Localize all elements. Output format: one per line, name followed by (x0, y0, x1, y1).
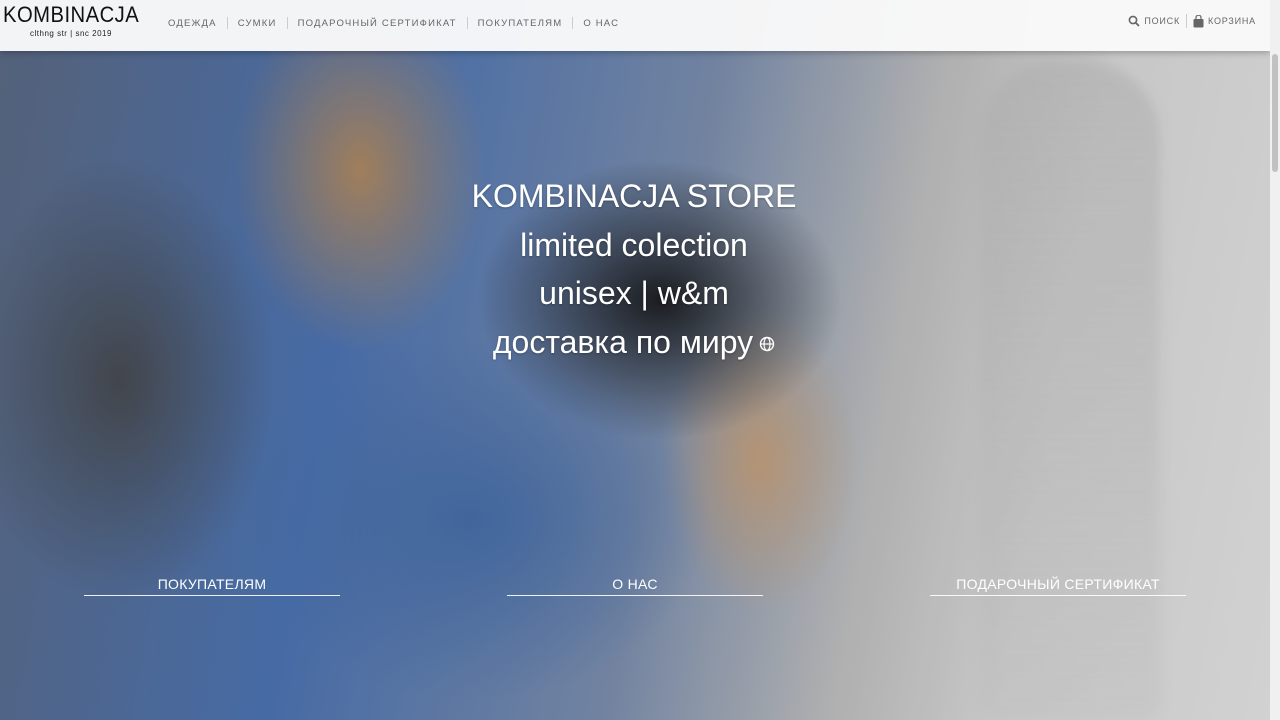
nav-item-about[interactable]: О НАС (573, 18, 629, 29)
hero-tagline-shipping: доставка по миру (0, 318, 1268, 367)
page: KOMBINACJA clthng str | snc 2019 ОДЕЖДА … (0, 0, 1280, 720)
cart-label: КОРЗИНА (1208, 16, 1256, 26)
hero-tagline-collection: limited colection (520, 226, 748, 263)
globe-icon (759, 336, 775, 352)
nav-item-gift-certificate[interactable]: ПОДАРОЧНЫЙ СЕРТИФИКАТ (288, 18, 467, 29)
header-tools: ПОИСК КОРЗИНА (1122, 14, 1262, 28)
link-gift-certificate[interactable]: ПОДАРОЧНЫЙ СЕРТИФИКАТ (930, 576, 1186, 596)
search-label: ПОИСК (1144, 16, 1181, 26)
shopping-bag-icon (1193, 14, 1204, 27)
search-icon (1128, 15, 1140, 27)
link-customers[interactable]: ПОКУПАТЕЛЯМ (84, 576, 340, 596)
logo-title: KOMBINACJA (3, 2, 140, 27)
logo-subtitle: clthng str | snc 2019 (30, 29, 112, 38)
search-button[interactable]: ПОИСК (1122, 15, 1186, 27)
logo[interactable]: KOMBINACJA clthng str | snc 2019 (3, 2, 143, 38)
hero-shipping-text: доставка по миру (492, 323, 754, 360)
hero-text-block: KOMBINACJA STORE limited colection unise… (0, 172, 1268, 366)
nav-item-bags[interactable]: СУМКИ (228, 18, 287, 29)
nav-item-customers[interactable]: ПОКУПАТЕЛЯМ (468, 18, 573, 29)
nav-item-clothing[interactable]: ОДЕЖДА (158, 18, 227, 29)
cart-button[interactable]: КОРЗИНА (1187, 14, 1262, 28)
main-nav: ОДЕЖДА СУМКИ ПОДАРОЧНЫЙ СЕРТИФИКАТ ПОКУП… (158, 17, 629, 29)
page-scrollbar[interactable] (1270, 0, 1280, 720)
hero-tagline-unisex: unisex | w&m (539, 275, 729, 311)
scrollbar-thumb[interactable] (1272, 54, 1278, 172)
link-about[interactable]: О НАС (507, 576, 763, 596)
hero-title: KOMBINACJA STORE (471, 178, 797, 214)
site-header: KOMBINACJA clthng str | snc 2019 ОДЕЖДА … (0, 0, 1270, 51)
